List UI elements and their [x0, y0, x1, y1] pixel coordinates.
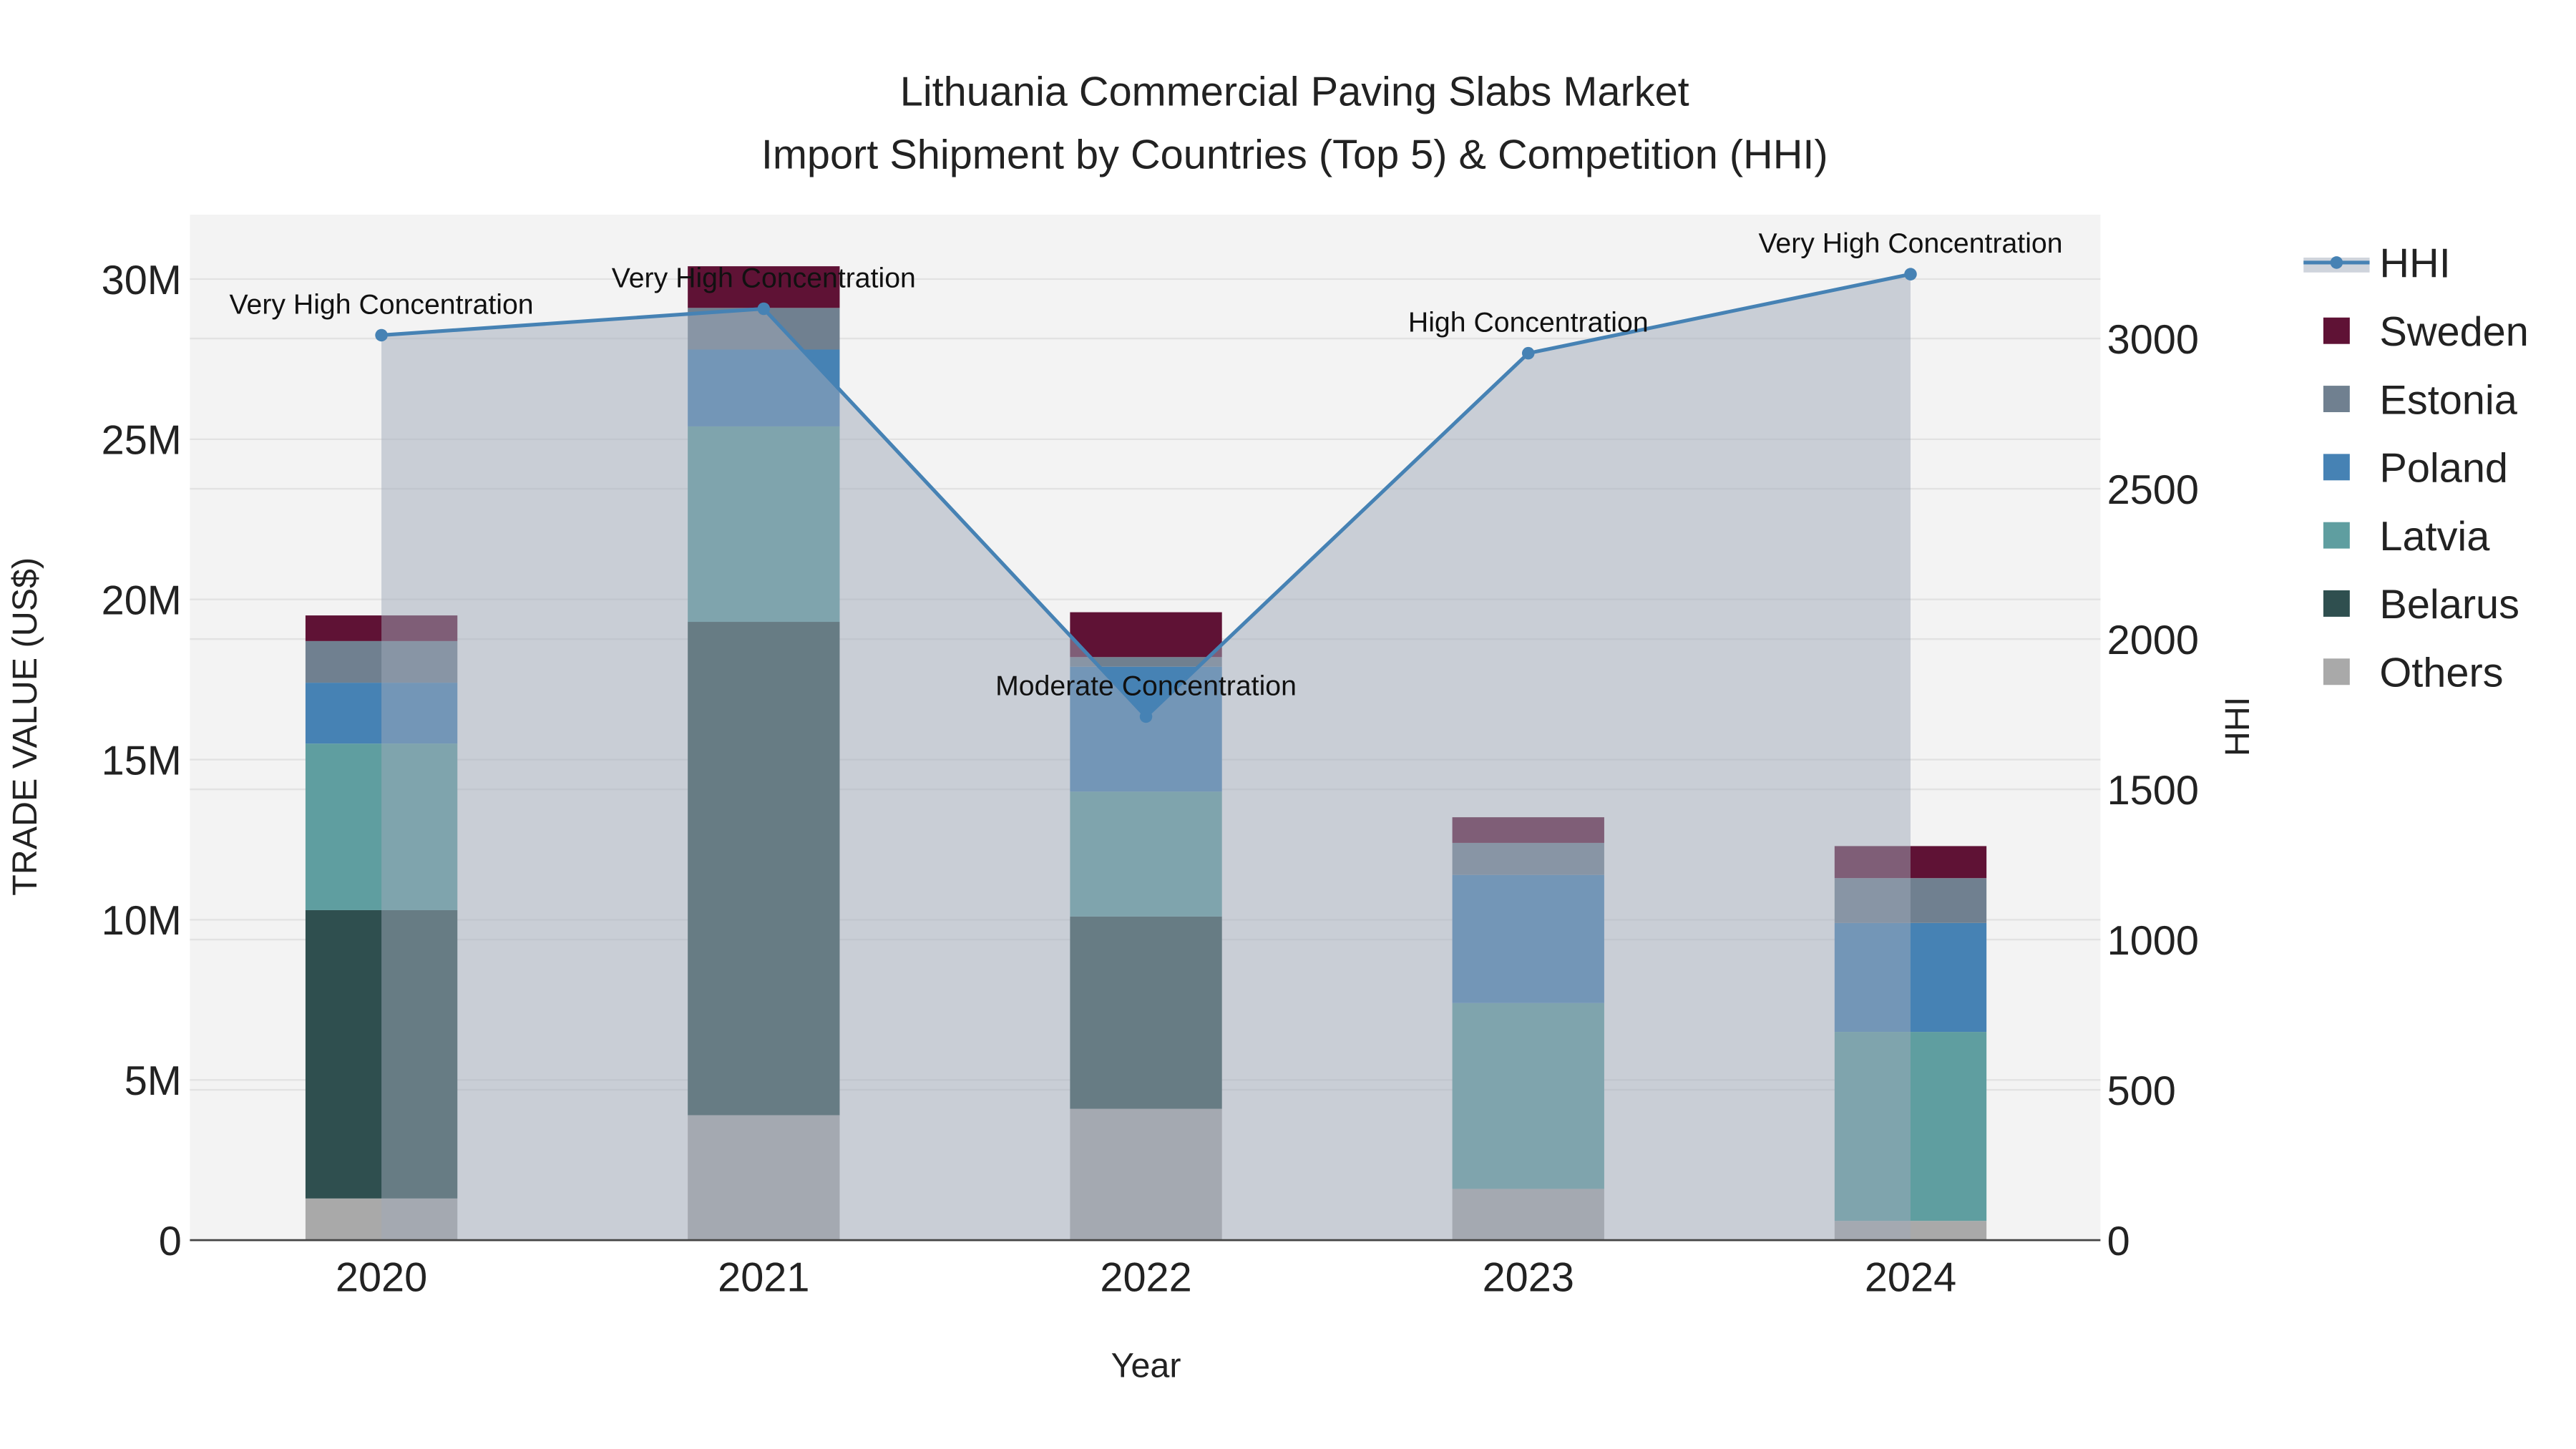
chart-title: Lithuania Commercial Paving Slabs Market: [900, 69, 1689, 115]
legend-label-poland: Poland: [2379, 446, 2508, 492]
y-tick-label: 5M: [125, 1058, 182, 1104]
legend-label-latvia: Latvia: [2379, 514, 2490, 560]
x-tick-label: 2024: [1865, 1255, 1956, 1301]
y2-axis-title: HHI: [2218, 697, 2257, 756]
hhi-annotation: Very High Concentration: [1758, 228, 2062, 259]
hhi-annotation: Very High Concentration: [612, 262, 916, 293]
legend-swatch-belarus: [2323, 590, 2350, 617]
y-axis-ticks: 0 5M 10M 15M 20M 25M 30M: [102, 258, 182, 1264]
legend-swatch-estonia: [2323, 386, 2350, 412]
legend-label-hhi: HHI: [2379, 241, 2450, 287]
legend-label-others: Others: [2379, 650, 2503, 696]
x-tick-label: 2020: [336, 1255, 427, 1301]
hhi-point-2021: [757, 302, 771, 316]
y-tick-label: 30M: [102, 258, 182, 303]
hhi-annotation: High Concentration: [1408, 307, 1649, 338]
y2-tick-label: 0: [2107, 1219, 2130, 1264]
chart: Very High Concentration Very High Concent…: [6, 69, 2529, 1385]
y2-tick-label: 2500: [2107, 467, 2199, 513]
y-tick-label: 10M: [102, 898, 182, 944]
y-tick-label: 25M: [102, 418, 182, 464]
y2-tick-label: 1500: [2107, 768, 2199, 814]
bar-sweden-2022: [1070, 612, 1222, 658]
y2-tick-label: 2000: [2107, 618, 2199, 663]
x-tick-label: 2021: [718, 1255, 809, 1301]
legend-swatch-sweden: [2323, 317, 2350, 344]
x-tick-label: 2023: [1483, 1255, 1574, 1301]
hhi-annotation: Very High Concentration: [230, 288, 534, 320]
y-tick-label: 15M: [102, 738, 182, 784]
hhi-point-2020: [375, 328, 388, 342]
hhi-point-2023: [1522, 346, 1535, 360]
legend-swatch-others: [2323, 658, 2350, 686]
hhi-annotation: Moderate Concentration: [995, 670, 1297, 701]
legend-label-belarus: Belarus: [2379, 582, 2519, 628]
legend-hhi-marker: [2330, 256, 2343, 269]
y2-tick-label: 3000: [2107, 317, 2199, 363]
x-axis-title: Year: [1111, 1347, 1181, 1385]
y2-axis-ticks: 0 500 1000 1500 2000 2500 3000: [2107, 317, 2199, 1264]
y2-tick-label: 1000: [2107, 918, 2199, 964]
x-axis-ticks: 2020 2021 2022 2023 2024: [336, 1255, 1956, 1301]
x-tick-label: 2022: [1100, 1255, 1191, 1301]
hhi-point-2024: [1904, 268, 1917, 280]
chart-subtitle: Import Shipment by Countries (Top 5) & C…: [761, 132, 1828, 177]
legend-swatch-poland: [2323, 454, 2350, 481]
hhi-point-2022: [1139, 710, 1153, 723]
y-tick-label: 0: [159, 1219, 182, 1264]
legend: HHI Sweden Estonia Poland Latvia Belarus Other…: [2303, 241, 2529, 696]
y2-tick-label: 500: [2107, 1068, 2176, 1114]
legend-swatch-latvia: [2323, 522, 2350, 549]
y-axis-title: TRADE VALUE (US$): [6, 557, 44, 896]
y-tick-label: 20M: [102, 577, 182, 623]
legend-label-estonia: Estonia: [2379, 377, 2517, 423]
legend-label-sweden: Sweden: [2379, 309, 2528, 355]
